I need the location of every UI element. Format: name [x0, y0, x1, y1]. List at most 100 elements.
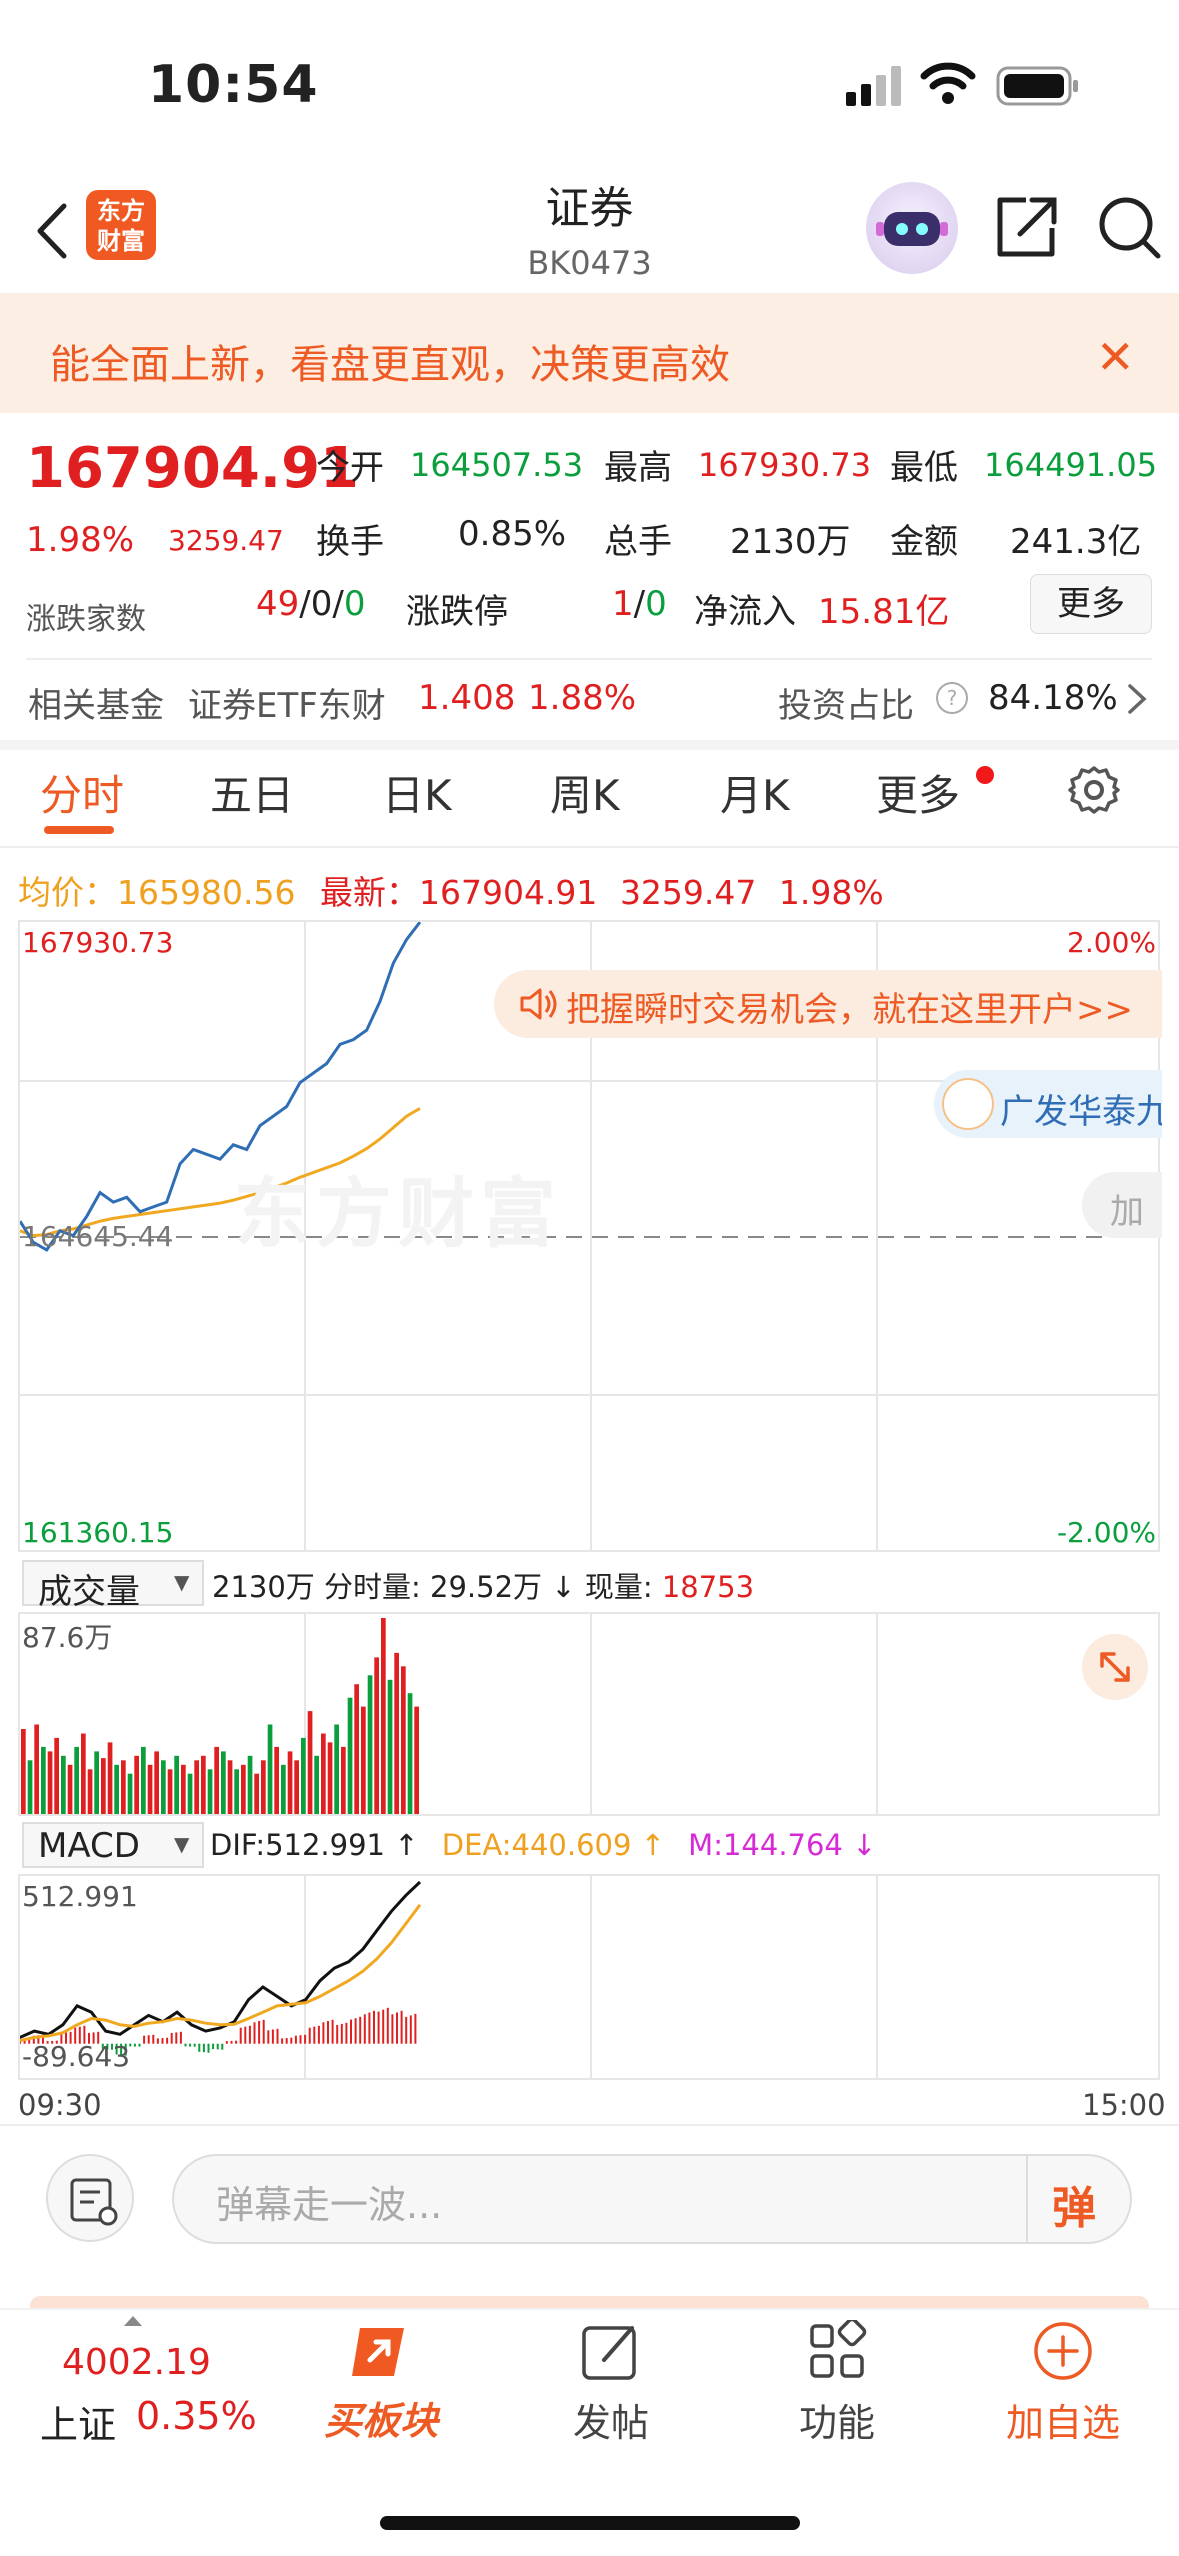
status-time: 10:54: [148, 55, 319, 115]
broker-banner[interactable]: 广发华泰九: [934, 1070, 1162, 1138]
share-icon[interactable]: [994, 192, 1060, 262]
volume-bar: [234, 1769, 239, 1814]
chart-top-right: 2.00%: [1067, 926, 1156, 959]
volume-bar: [281, 1764, 286, 1814]
volume-bar: [194, 1760, 199, 1814]
chevron-right-icon[interactable]: [1126, 682, 1148, 720]
high-value: 167930.73: [698, 446, 872, 484]
help-icon[interactable]: ?: [936, 682, 968, 714]
divider: [0, 2124, 1179, 2126]
volume-bar: [41, 1746, 46, 1814]
tab-monthly-k[interactable]: 月K: [720, 762, 790, 823]
speaker-icon: [520, 988, 557, 1020]
notice-text: 能全面上新，看盘更直观，决策更高效: [50, 342, 730, 388]
volume-bar: [287, 1751, 293, 1814]
signal-icon: [846, 66, 902, 106]
tab-more[interactable]: 更多: [876, 762, 960, 823]
tab-five-day[interactable]: 五日: [210, 762, 294, 823]
time-start: 09:30: [18, 2088, 102, 2122]
ratio-label: 投资占比: [778, 686, 914, 726]
broker-text: 广发华泰九: [1000, 1092, 1162, 1132]
low-label: 最低: [890, 448, 958, 488]
tab-weekly-k[interactable]: 周K: [550, 762, 620, 823]
ad-banner[interactable]: 把握瞬时交易机会，就在这里开户>>: [494, 970, 1162, 1038]
tab-daily-k[interactable]: 日K: [382, 762, 452, 823]
amount-value: 241.3亿: [1010, 522, 1142, 562]
section-gap: [0, 740, 1179, 750]
watermark: 东方财富: [234, 1169, 562, 1258]
change-amount: 3259.47: [168, 524, 284, 557]
volume-bar: [247, 1755, 253, 1814]
search-icon[interactable]: [1096, 192, 1162, 262]
volume-bar: [54, 1737, 59, 1814]
volume-info: 2130万 分时量: 29.52万 ↓ 现量: 18753: [212, 1570, 755, 1604]
volume-bar: [361, 1706, 366, 1814]
volume-bar: [207, 1769, 213, 1814]
chart-bottom-right: -2.00%: [1056, 1516, 1156, 1549]
volume-bar: [394, 1652, 399, 1814]
tab-intraday[interactable]: 分时: [40, 762, 124, 823]
add-floating-button[interactable]: 加: [1082, 1172, 1162, 1238]
danmu-placeholder: 弹幕走一波...: [216, 2183, 443, 2227]
volume-bar: [214, 1746, 219, 1814]
volume-bar: [401, 1666, 406, 1814]
volume-bar: [321, 1733, 326, 1814]
volume-bar: [61, 1755, 66, 1814]
fund-label: 相关基金: [28, 686, 164, 726]
volume-bar: [74, 1746, 79, 1814]
volume-bar: [21, 1729, 26, 1814]
close-icon[interactable]: ✕: [1096, 330, 1135, 384]
caret-up-icon: [124, 2316, 142, 2326]
volume-bar: [227, 1760, 233, 1814]
volume-chart[interactable]: 87.6万: [18, 1612, 1160, 1816]
nav-functions[interactable]: 功能: [772, 2320, 902, 2450]
volume-bar: [267, 1724, 273, 1814]
volume-bar: [147, 1764, 153, 1814]
volume-bar: [354, 1684, 359, 1814]
breadth-label: 涨跌家数: [26, 602, 146, 637]
intraday-chart[interactable]: 东方财富 167930.73 2.00% 164645.44 161360.15…: [18, 920, 1162, 1552]
settings-icon[interactable]: [1068, 764, 1120, 820]
home-indicator: [380, 2516, 800, 2530]
volume-bar: [154, 1751, 159, 1814]
fund-pct: 1.88%: [528, 678, 637, 718]
comment-list-icon[interactable]: [46, 2154, 134, 2242]
fund-name[interactable]: 证券ETF东财: [188, 678, 386, 727]
volume-selector[interactable]: 成交量 ▼: [22, 1560, 204, 1612]
index-ticker[interactable]: 4002.19 上证 0.35%: [26, 2314, 266, 2447]
volume-bar: [341, 1746, 346, 1814]
chart-top-left: 167930.73: [22, 926, 174, 959]
volume-bar: [114, 1764, 119, 1814]
volume-svg: [21, 1618, 419, 1814]
volume-bar: [307, 1711, 313, 1814]
open-label: 今开: [316, 448, 384, 488]
volume-bar: [161, 1760, 166, 1814]
volume-bar: [414, 1706, 419, 1814]
macd-chart[interactable]: 512.991 -89.643: [18, 1874, 1160, 2080]
volume-bar: [141, 1746, 146, 1814]
macd-svg: [20, 1880, 422, 2056]
volume-bar: [167, 1769, 173, 1814]
nav-post[interactable]: 发帖: [546, 2320, 676, 2450]
volume-bar: [87, 1769, 93, 1814]
volume-max-label: 87.6万: [22, 1621, 113, 1654]
nav-buy-sector[interactable]: 买板块: [316, 2320, 446, 2450]
nav-add-watchlist[interactable]: 加自选: [998, 2320, 1128, 2450]
netflow-label: 净流入: [694, 592, 796, 632]
limit-values: 1/0: [612, 584, 667, 624]
fund-price: 1.408: [418, 678, 516, 718]
volume-bar: [107, 1742, 113, 1814]
robot-assistant-icon[interactable]: [866, 182, 958, 274]
volume-bar: [34, 1724, 39, 1814]
volume-bar: [347, 1697, 353, 1814]
divider: [0, 846, 1179, 848]
more-button[interactable]: 更多: [1030, 574, 1152, 634]
macd-selector[interactable]: MACD ▼: [22, 1822, 204, 1868]
wifi-icon: [920, 62, 976, 106]
chart-bottom-left: 161360.15: [22, 1516, 174, 1549]
expand-icon[interactable]: [1082, 1634, 1148, 1700]
volume-bar: [47, 1751, 53, 1814]
chart-mid-left: 164645.44: [22, 1220, 174, 1253]
volume-bar: [407, 1693, 413, 1814]
danmu-button[interactable]: 弹: [1026, 2156, 1130, 2242]
